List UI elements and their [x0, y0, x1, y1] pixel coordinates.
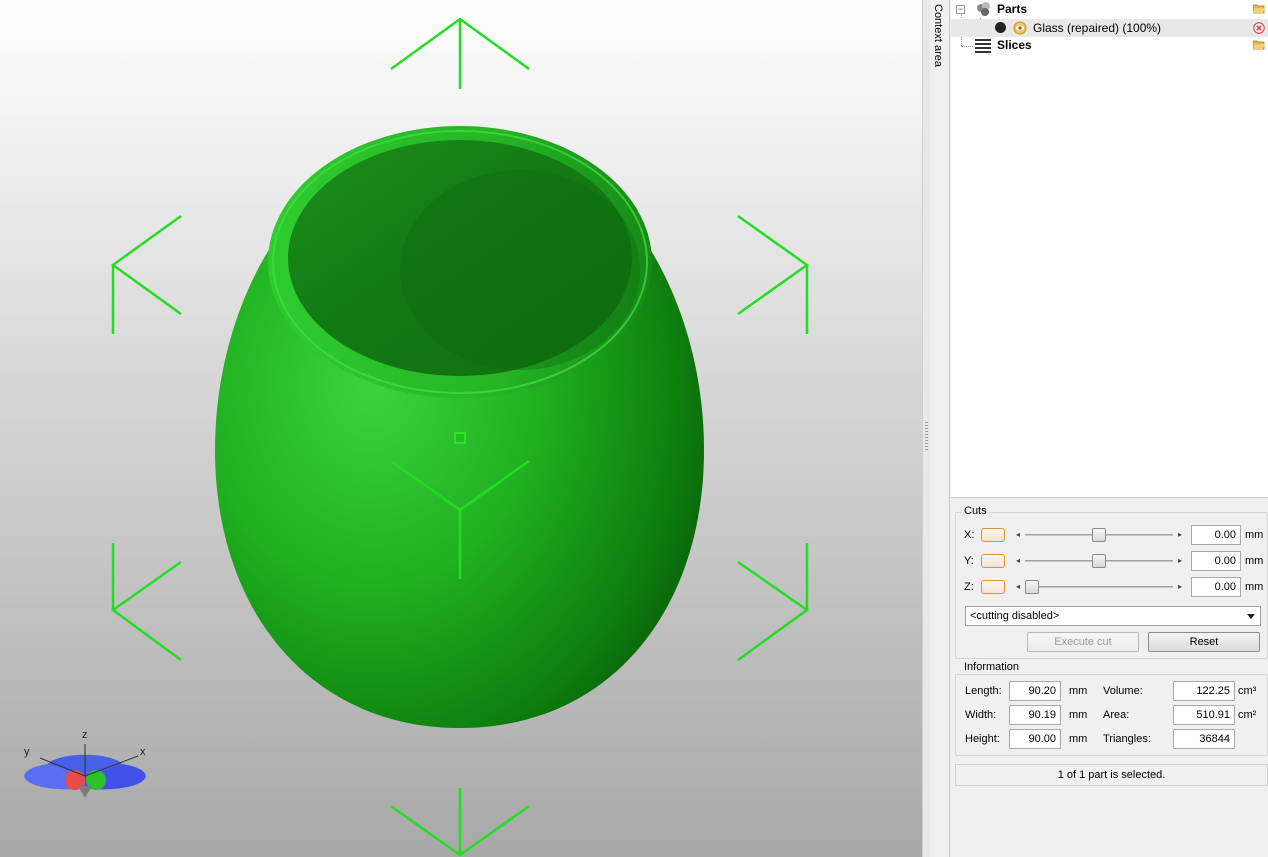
- slider-right-arrow-icon[interactable]: ▸: [1178, 556, 1182, 565]
- chevron-down-icon: [1247, 614, 1255, 619]
- marker-lower-right: [737, 560, 810, 662]
- area-value: 510.91: [1173, 705, 1235, 725]
- height-label: Height:: [965, 733, 1000, 745]
- cut-y-slider[interactable]: ◂ ▸: [1013, 554, 1185, 568]
- slices-icon: [975, 39, 991, 53]
- information-title: Information: [962, 661, 1022, 673]
- cuts-title: Cuts: [962, 505, 989, 517]
- area-label: Area:: [1103, 709, 1130, 721]
- reset-button[interactable]: Reset: [1148, 632, 1260, 652]
- cut-z-toggle[interactable]: [981, 580, 1005, 594]
- marker-upper-right: [737, 214, 810, 316]
- cut-y-input[interactable]: 0.00: [1191, 551, 1241, 571]
- cut-x-slider[interactable]: ◂ ▸: [1013, 528, 1185, 542]
- triangles-label: Triangles:: [1103, 733, 1151, 745]
- tree-item-slices[interactable]: Slices: [951, 37, 1268, 55]
- axis-label-x: x: [140, 746, 146, 758]
- panel-splitter[interactable]: [922, 0, 930, 857]
- axis-label-y: y: [24, 746, 30, 758]
- slider-right-arrow-icon[interactable]: ▸: [1178, 530, 1182, 539]
- slider-right-arrow-icon[interactable]: ▸: [1178, 582, 1182, 591]
- width-label: Width:: [965, 709, 997, 721]
- volume-unit: cm³: [1238, 685, 1257, 697]
- axis-label-z: z: [82, 729, 88, 741]
- collapse-icon[interactable]: −: [956, 5, 965, 14]
- axis-gizmo: z y x: [18, 728, 158, 808]
- area-unit: cm²: [1238, 709, 1257, 721]
- length-value: 90.20: [1009, 681, 1061, 701]
- length-unit: mm: [1069, 685, 1088, 697]
- remove-part-icon[interactable]: [1253, 22, 1265, 34]
- slider-thumb[interactable]: [1092, 528, 1106, 542]
- cut-x-unit: mm: [1245, 529, 1264, 541]
- height-unit: mm: [1069, 733, 1088, 745]
- part-color-swatch[interactable]: [995, 22, 1006, 33]
- glass-model[interactable]: [215, 126, 704, 728]
- volume-value: 122.25: [1173, 681, 1235, 701]
- selection-status: 1 of 1 part is selected.: [955, 764, 1268, 786]
- slider-left-arrow-icon[interactable]: ◂: [1016, 582, 1020, 591]
- slider-left-arrow-icon[interactable]: ◂: [1016, 530, 1020, 539]
- cut-z-label: Z:: [964, 581, 974, 593]
- open-folder-icon[interactable]: [1253, 4, 1265, 14]
- marker-lower-left: [110, 560, 182, 662]
- parts-tree[interactable]: − Parts Glass (repaired) (100%) Slices: [951, 0, 1268, 498]
- visibility-eye-icon[interactable]: [1013, 21, 1027, 35]
- width-value: 90.19: [1009, 705, 1061, 725]
- cut-x-input[interactable]: 0.00: [1191, 525, 1241, 545]
- cut-x-label: X:: [964, 529, 975, 541]
- parts-label: Parts: [997, 2, 1028, 16]
- execute-cut-button[interactable]: Execute cut: [1027, 632, 1139, 652]
- volume-label: Volume:: [1103, 685, 1143, 697]
- slider-thumb[interactable]: [1025, 580, 1039, 594]
- slider-left-arrow-icon[interactable]: ◂: [1016, 556, 1020, 565]
- cut-z-input[interactable]: 0.00: [1191, 577, 1241, 597]
- cut-x-toggle[interactable]: [981, 528, 1005, 542]
- cut-mode-selected: <cutting disabled>: [970, 610, 1060, 622]
- context-area-tab[interactable]: Context area: [930, 0, 950, 857]
- marker-upper-left: [110, 214, 182, 316]
- cut-y-label: Y:: [964, 555, 974, 567]
- tree-item-parts[interactable]: − Parts: [951, 1, 1268, 19]
- cut-mode-dropdown[interactable]: <cutting disabled>: [965, 606, 1261, 626]
- context-area-label: Context area: [932, 4, 944, 67]
- triangles-value: 36844: [1173, 729, 1235, 749]
- tree-item-glass[interactable]: Glass (repaired) (100%): [951, 19, 1268, 37]
- cut-y-toggle[interactable]: [981, 554, 1005, 568]
- cut-z-slider[interactable]: ◂ ▸: [1013, 580, 1185, 594]
- length-label: Length:: [965, 685, 1002, 697]
- slider-thumb[interactable]: [1092, 554, 1106, 568]
- cut-y-unit: mm: [1245, 555, 1264, 567]
- slices-label: Slices: [997, 38, 1032, 52]
- splitter-grip[interactable]: [925, 422, 928, 452]
- cuts-panel: Cuts X: ◂ ▸ 0.00 mm Y: ◂ ▸ 0.00 mm Z: ◂ …: [951, 499, 1268, 857]
- center-handle: [454, 432, 466, 444]
- part-name-label: Glass (repaired) (100%): [1033, 21, 1162, 35]
- cut-z-unit: mm: [1245, 581, 1264, 593]
- parts-icon: [977, 2, 990, 16]
- 3d-viewport[interactable]: z y x: [0, 0, 922, 857]
- open-folder-icon[interactable]: [1253, 40, 1265, 50]
- glass-inner-shadow: [400, 170, 640, 370]
- height-value: 90.00: [1009, 729, 1061, 749]
- width-unit: mm: [1069, 709, 1088, 721]
